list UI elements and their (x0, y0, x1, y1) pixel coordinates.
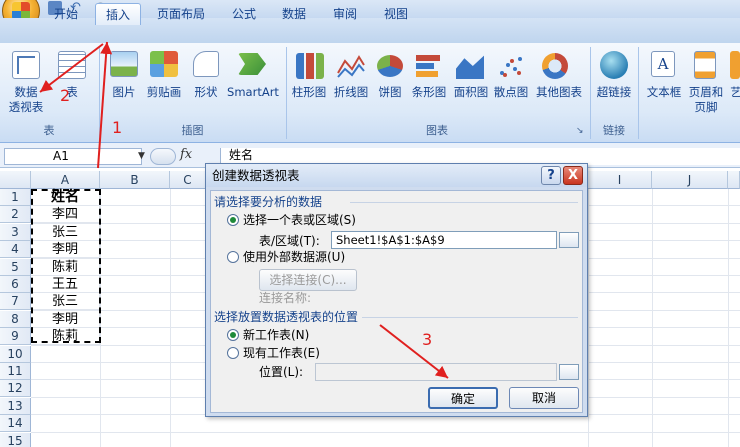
annotation-arrows (39, 41, 449, 379)
annotation-step-3: 3 (422, 330, 433, 349)
annotation-step-1: 1 (112, 118, 123, 137)
annotation-step-2: 2 (60, 86, 71, 105)
